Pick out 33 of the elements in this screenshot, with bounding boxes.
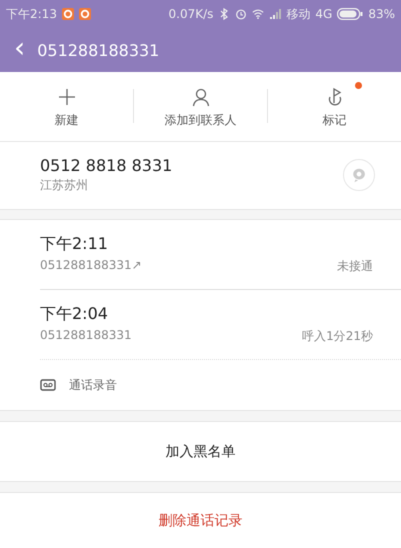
phone-number: 0512 8818 8331	[40, 156, 174, 176]
blacklist-button[interactable]: 加入黑名单	[0, 422, 401, 482]
back-button[interactable]: ‹	[0, 34, 38, 66]
page-title: 051288188331	[37, 40, 160, 60]
message-button[interactable]	[343, 159, 375, 192]
alarm-icon	[235, 8, 248, 20]
call-number: 051288188331	[40, 328, 132, 344]
status-time: 下午2:13	[6, 6, 57, 22]
app-icon	[62, 8, 74, 20]
call-status: 未接通	[337, 258, 373, 276]
call-time: 下午2:04	[40, 304, 109, 326]
person-icon	[190, 87, 210, 108]
location-text: 江苏苏州	[40, 177, 89, 194]
cassette-icon	[40, 379, 56, 392]
network-speed: 0.07K/s	[168, 7, 214, 21]
action-button[interactable]: 添加到联系人	[134, 79, 267, 134]
call-status: 呼入1分21秒	[302, 328, 373, 346]
call-number: 051288188331↗	[40, 258, 142, 274]
battery-percent: 83%	[368, 7, 395, 21]
call-recording-label[interactable]: 通话录音	[69, 376, 117, 394]
action-button[interactable]: 新建	[0, 79, 133, 134]
bluetooth-icon	[218, 8, 230, 20]
battery-icon	[337, 8, 364, 20]
network-type: 4G	[315, 7, 332, 21]
delete-records-button[interactable]: 删除通话记录	[0, 492, 401, 548]
app-icon	[78, 8, 91, 20]
action-button[interactable]: 标记	[268, 79, 401, 134]
plus-icon	[56, 87, 76, 108]
call-time: 下午2:11	[40, 234, 109, 256]
signal-icon	[269, 8, 282, 20]
carrier-name: 移动	[286, 6, 310, 22]
chat-bubble-icon	[350, 166, 368, 184]
wifi-icon	[252, 8, 264, 20]
